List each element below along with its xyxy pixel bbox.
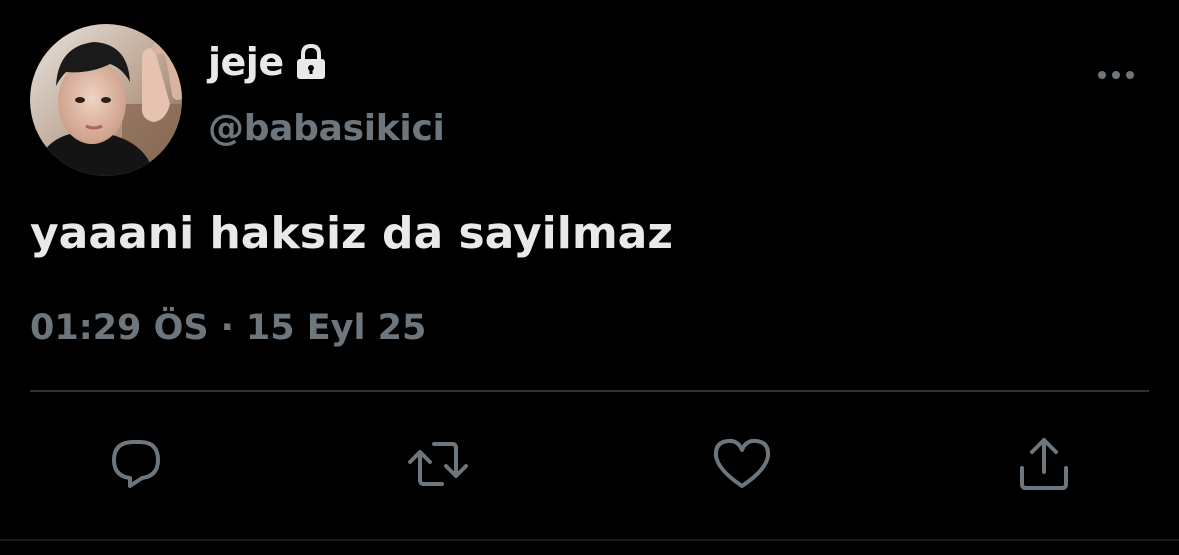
user-handle[interactable]: @babasikici [208,108,445,149]
tweet-card: jeje @babasikici yaaani haksiz da sayilm… [0,0,1179,555]
tweet-time[interactable]: 01:29 ÖS [30,308,209,348]
share-icon [1020,438,1068,490]
tweet-text: yaaani haksiz da sayilmaz [30,208,673,259]
more-horizontal-icon[interactable] [1092,58,1140,92]
reply-button[interactable] [104,432,168,496]
lock-icon [292,43,330,81]
divider [30,390,1149,392]
action-bar [0,432,1179,496]
display-name-row[interactable]: jeje [208,38,330,86]
like-button[interactable] [710,432,774,496]
retweet-button[interactable] [406,432,470,496]
bottom-divider [0,539,1179,541]
reply-icon [112,440,160,488]
meta-separator: · [220,308,234,348]
tweet-timestamp[interactable]: 01:29 ÖS · 15 Eyl 25 [30,308,426,348]
avatar[interactable] [30,24,182,176]
display-name[interactable]: jeje [208,40,284,84]
share-button[interactable] [1012,432,1076,496]
retweet-icon [408,442,468,486]
tweet-date[interactable]: 15 Eyl 25 [246,308,427,348]
profile-photo-icon [30,24,182,176]
heart-icon [713,438,771,488]
